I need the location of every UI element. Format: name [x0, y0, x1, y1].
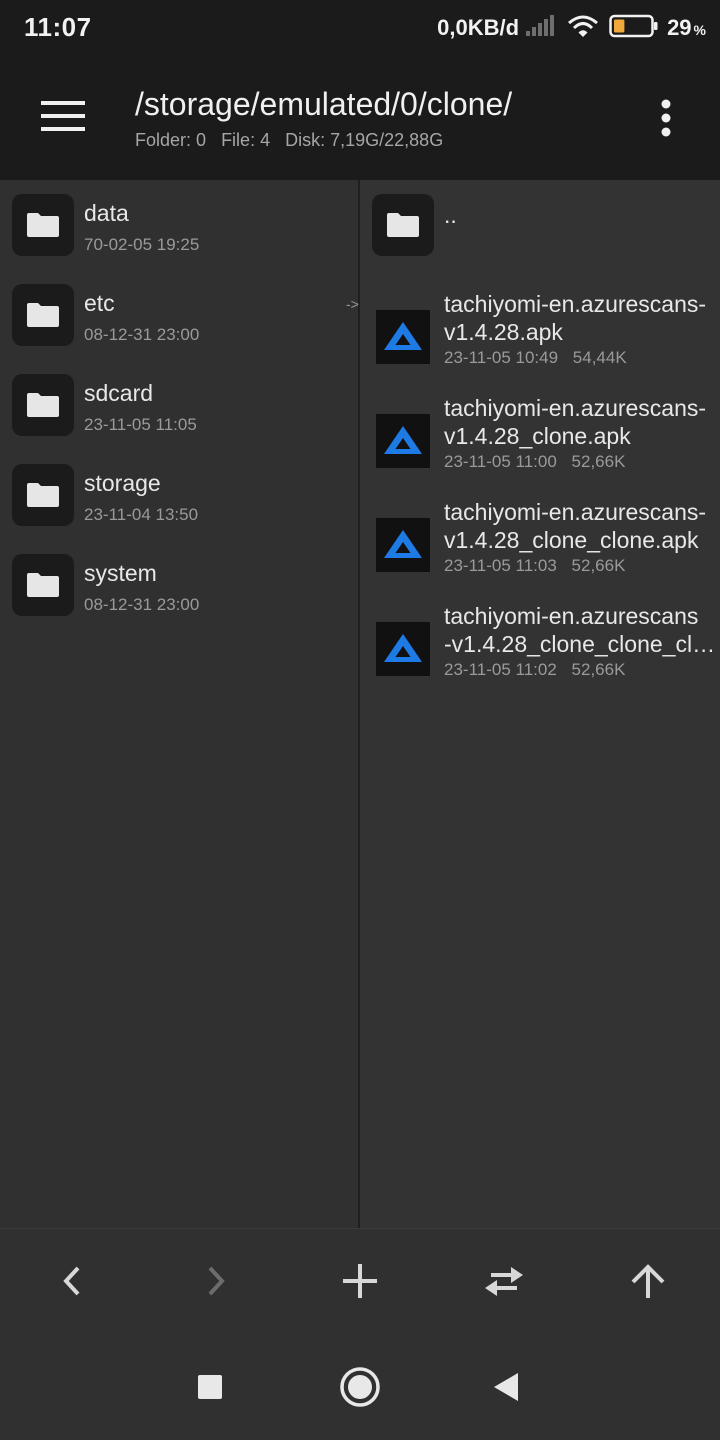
hamburger-menu-icon[interactable] — [28, 86, 98, 146]
file-size: 52,66K — [571, 452, 626, 471]
status-time: 11:07 — [24, 12, 92, 42]
file-count: File: 4 — [221, 130, 271, 150]
more-vert-icon[interactable] — [642, 92, 690, 144]
parent-folder-name: .. — [444, 202, 457, 228]
folder-icon — [372, 194, 434, 256]
folder-icon — [12, 374, 74, 436]
apk-app-icon — [376, 414, 430, 468]
back-nav-icon[interactable] — [478, 1362, 534, 1412]
app-toolbar: /storage/emulated/0/clone/ Folder: 0 Fil… — [0, 56, 720, 180]
system-nav-bar — [0, 1332, 720, 1440]
file-item[interactable]: tachiyomi-en.azurescans -v1.4.28_clone_c… — [360, 592, 720, 696]
battery-percent: 29% — [667, 15, 706, 40]
apk-app-icon — [376, 622, 430, 676]
folder-count: Folder: 0 — [135, 130, 207, 150]
left-pane[interactable]: data 70-02-05 19:25 etc 08-12-31 23:00 s… — [0, 180, 358, 1228]
file-name: tachiyomi-en.azurescans- v1.4.28_clone_c… — [444, 499, 707, 553]
file-item[interactable]: tachiyomi-en.azurescans- v1.4.28_clone.a… — [360, 384, 720, 488]
list-item[interactable]: etc 08-12-31 23:00 — [0, 270, 358, 360]
file-size: 52,66K — [571, 660, 626, 679]
file-meta: 23-11-05 11:02 52,66K — [444, 660, 635, 680]
list-item[interactable]: data 70-02-05 19:25 — [0, 180, 358, 270]
item-date: 08-12-31 23:00 — [84, 595, 200, 614]
file-name: tachiyomi-en.azurescans- v1.4.28_clone.a… — [444, 395, 707, 449]
swap-icon[interactable] — [474, 1257, 534, 1305]
status-bar: 11:07 0,0KB/d 29% — [0, 0, 720, 56]
file-name: tachiyomi-en.azurescans- v1.4.28.apk — [444, 291, 707, 345]
item-name: sdcard — [84, 380, 154, 406]
item-name: etc — [84, 290, 115, 316]
item-date: 23-11-05 11:05 — [84, 415, 197, 434]
parent-folder-item[interactable]: .. — [360, 180, 720, 270]
item-name: data — [84, 200, 129, 226]
file-size: 52,66K — [571, 556, 626, 575]
apk-app-icon — [376, 310, 430, 364]
file-date: 23-11-05 11:00 — [444, 452, 557, 471]
item-date: 08-12-31 23:00 — [84, 325, 200, 344]
file-meta: 23-11-05 11:00 52,66K — [444, 452, 635, 472]
status-indicators: 0,0KB/d 29% — [437, 12, 706, 44]
right-pane[interactable]: .. tachiyomi-en.azurescans- v1.4.28.apk … — [360, 180, 720, 1228]
recents-icon[interactable] — [182, 1362, 238, 1412]
folder-icon — [12, 464, 74, 526]
path-summary: Folder: 0 File: 4 Disk: 7,19G/22,88G — [135, 130, 453, 151]
file-name: tachiyomi-en.azurescans -v1.4.28_clone_c… — [444, 603, 716, 657]
item-name: system — [84, 560, 157, 586]
file-meta: 23-11-05 10:49 54,44K — [444, 348, 637, 368]
wifi-icon — [567, 14, 599, 43]
file-size: 54,44K — [572, 348, 627, 367]
disk-usage: Disk: 7,19G/22,88G — [285, 130, 444, 150]
current-path: /storage/emulated/0/clone/ — [135, 86, 513, 122]
link-marker: -> — [346, 296, 359, 312]
file-item[interactable]: tachiyomi-en.azurescans- v1.4.28.apk 23-… — [360, 280, 720, 384]
back-icon[interactable] — [42, 1257, 102, 1305]
up-icon[interactable] — [618, 1257, 678, 1305]
signal-icon — [525, 14, 555, 42]
home-icon[interactable] — [332, 1362, 388, 1412]
file-item[interactable]: tachiyomi-en.azurescans- v1.4.28_clone_c… — [360, 488, 720, 592]
folder-icon — [12, 554, 74, 616]
file-date: 23-11-05 11:02 — [444, 660, 557, 679]
forward-icon[interactable] — [186, 1257, 246, 1305]
item-name: storage — [84, 470, 161, 496]
list-item[interactable]: sdcard 23-11-05 11:05 — [0, 360, 358, 450]
network-speed: 0,0KB/d — [437, 15, 520, 40]
folder-icon — [12, 284, 74, 346]
add-icon[interactable] — [330, 1257, 390, 1305]
list-item[interactable]: storage 23-11-04 13:50 — [0, 450, 358, 540]
file-meta: 23-11-05 11:03 52,66K — [444, 556, 635, 576]
folder-icon — [12, 194, 74, 256]
item-date: 70-02-05 19:25 — [84, 235, 200, 254]
battery-icon — [609, 14, 659, 43]
item-date: 23-11-04 13:50 — [84, 505, 199, 524]
apk-app-icon — [376, 518, 430, 572]
file-date: 23-11-05 11:03 — [444, 556, 557, 575]
action-bar — [0, 1228, 720, 1332]
file-date: 23-11-05 10:49 — [444, 348, 559, 367]
list-item[interactable]: system 08-12-31 23:00 — [0, 540, 358, 630]
